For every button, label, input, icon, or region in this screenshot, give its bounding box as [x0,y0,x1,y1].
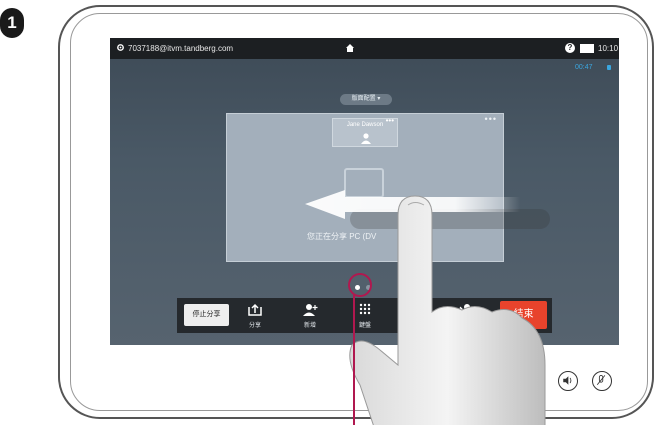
clock: 10:10 [598,44,619,53]
keypad-label: 鍵盤 [358,323,371,329]
keypad-button[interactable]: 鍵盤 [347,301,383,331]
volume-icon [563,376,572,385]
keypad-icon [359,303,371,315]
end-call-button[interactable]: 結束 [500,301,547,329]
account-address: 7037188@itvm.tandberg.com [128,44,234,53]
participant-tile[interactable]: Jane Dawson ••• [332,116,398,147]
page-dot[interactable] [366,285,371,290]
mic-mute-button[interactable] [592,371,612,391]
call-timer: 00:47 [575,64,593,71]
layout-button[interactable]: 版面配置 ▾ [340,94,392,105]
add-label: 新增 [303,323,316,329]
home-icon[interactable] [345,43,355,53]
call-toolbar: 停止分享 分享 新增 鍵盤 結束 [177,298,552,333]
gear-icon[interactable] [116,43,125,52]
share-button[interactable]: 分享 [237,301,273,331]
add-participant-button[interactable]: 新增 [292,301,328,331]
participant-more-menu[interactable]: ••• [386,116,394,125]
stop-share-button[interactable]: 停止分享 [184,304,229,326]
shared-content-window[interactable]: ••• Jane Dawson ••• 您正在分享 PC (DV [226,113,504,262]
add-person-icon [303,304,318,316]
share-more-menu[interactable]: ••• [485,114,497,124]
share-status-text: 您正在分享 PC (DV [307,232,377,241]
status-bar: 7037188@itvm.tandberg.com ? 10:10 [110,38,619,59]
camera-icon[interactable] [580,44,594,53]
step-number-badge: 1 [0,8,24,38]
lock-icon [607,65,611,70]
mic-mute-icon [596,374,606,386]
share-label: 分享 [248,323,261,329]
pc-icon [344,168,384,198]
transfer-icon [457,304,472,316]
help-icon[interactable]: ? [565,43,575,53]
share-icon [248,303,262,316]
page-dot-active[interactable] [355,285,360,290]
person-icon [361,133,371,144]
page-indicator[interactable] [355,285,375,291]
transfer-button[interactable] [447,301,483,331]
volume-button[interactable] [558,371,578,391]
touch-screen: 7037188@itvm.tandberg.com ? 10:10 00:47 … [110,38,619,345]
